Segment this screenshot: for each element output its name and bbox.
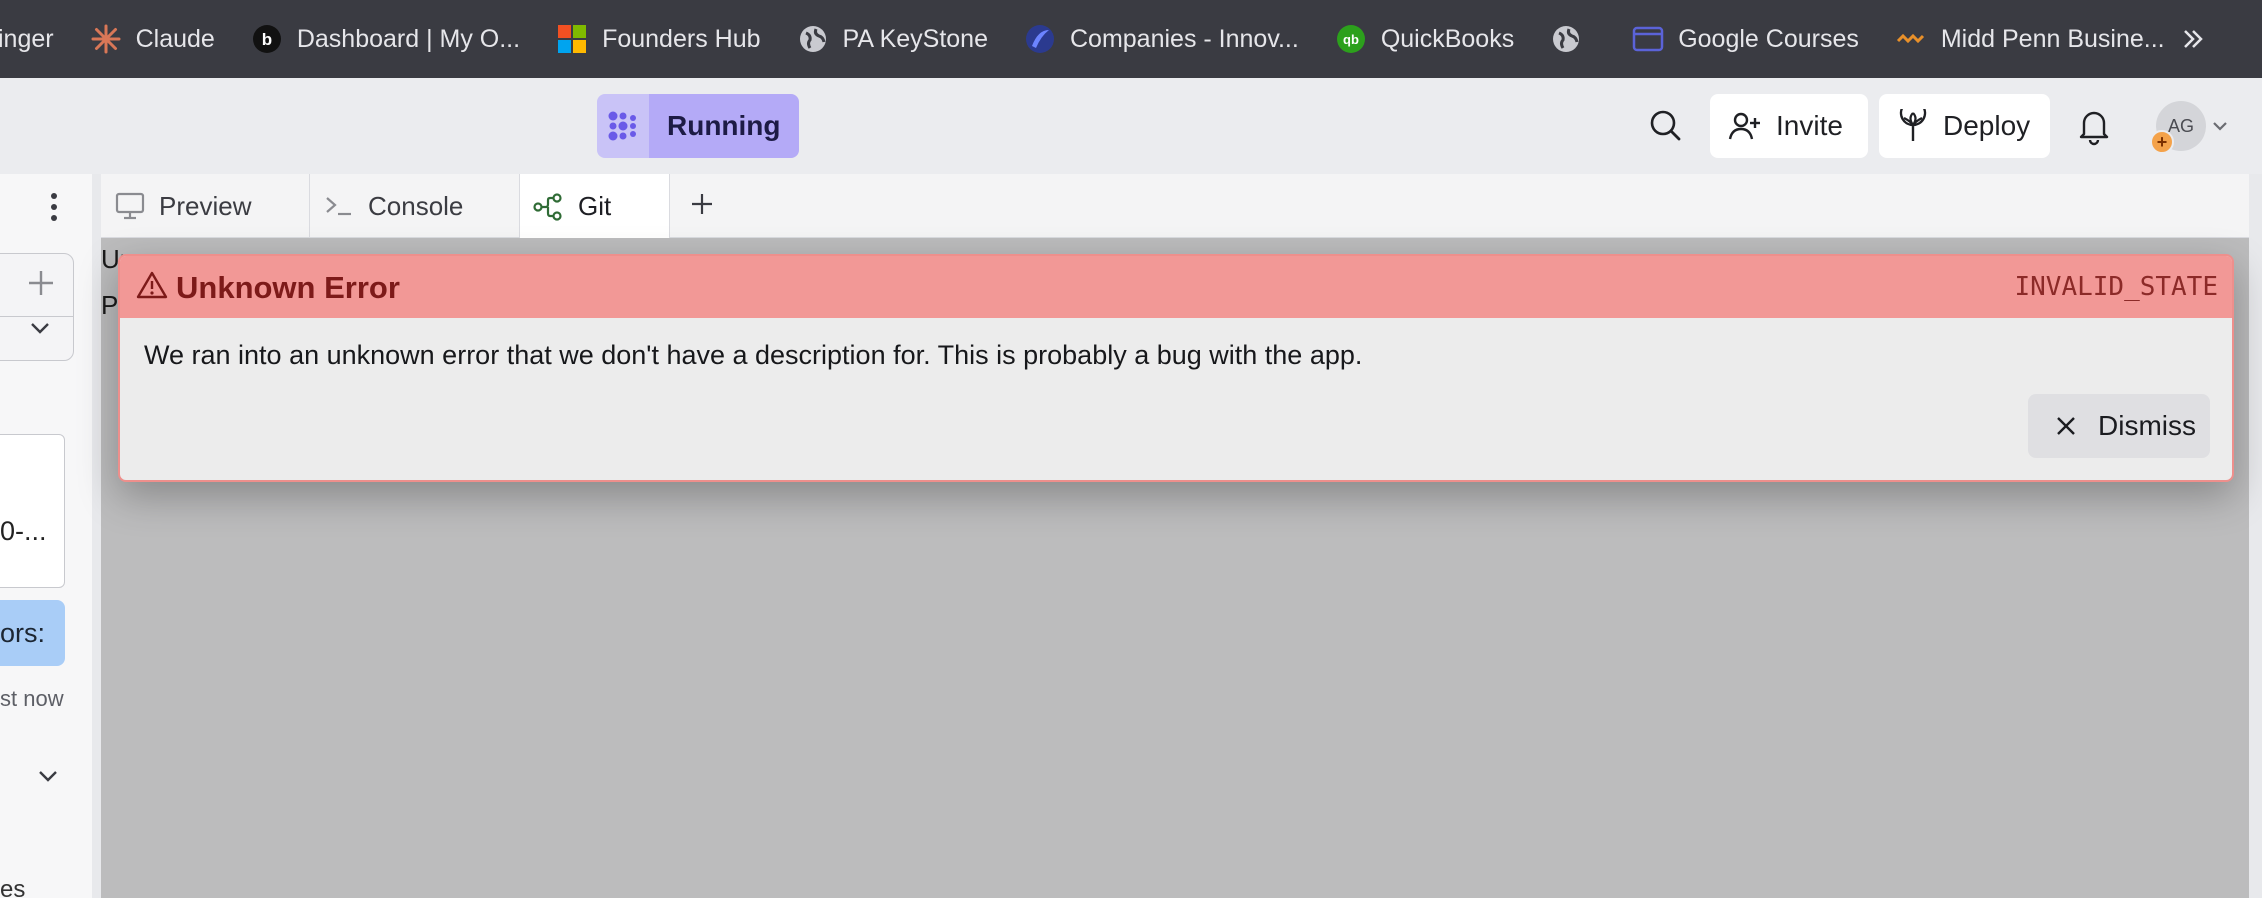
deploy-label: Deploy (1943, 110, 2031, 141)
browser-window-icon (1632, 23, 1664, 55)
dismiss-button[interactable]: Dismiss (2028, 394, 2210, 458)
deploy-button[interactable]: Deploy (1879, 94, 2050, 158)
tab-preview[interactable]: Preview (101, 174, 310, 238)
bell-icon (2079, 111, 2109, 146)
monitor-icon (115, 192, 145, 220)
add-tab-icon[interactable] (690, 192, 714, 216)
sidebar-bottom-text: es (0, 876, 26, 898)
bookmark-label: Google Courses (1678, 24, 1859, 53)
sidebar-highlight-text: ors: (0, 618, 46, 648)
microsoft-icon (556, 23, 588, 55)
bookmark-item-claude[interactable]: Claude (90, 0, 215, 78)
quickbooks-icon: qb (1335, 23, 1367, 55)
git-branch-icon (533, 192, 562, 221)
globe-icon (1550, 23, 1582, 55)
chevron-down-icon[interactable] (36, 766, 60, 786)
plus-icon[interactable] (26, 268, 56, 298)
midd-penn-icon (1895, 23, 1927, 55)
bookmark-label: Companies - Innov... (1070, 24, 1299, 53)
bookmark-label: QuickBooks (1380, 24, 1515, 53)
background-text-line: P (101, 290, 119, 320)
bookmark-item-pa-keystone[interactable]: PA KeyStone (797, 0, 988, 78)
chevron-down-icon[interactable] (2210, 116, 2230, 136)
add-user-icon (1728, 112, 1760, 140)
double-chevron-right-icon (2184, 30, 2203, 48)
search-icon (1650, 110, 1681, 141)
bookmark-item-midd-penn[interactable]: Midd Penn Busine... (1895, 0, 2165, 78)
sidebar-card[interactable] (0, 434, 65, 588)
sidebar-card-text: 0-... (0, 516, 47, 546)
run-status-group[interactable]: Running (597, 94, 799, 158)
running-status-button[interactable]: Running (649, 94, 799, 158)
tab-label: Git (578, 191, 612, 221)
tab-git[interactable]: Git (520, 174, 670, 239)
deploy-globe-icon (1899, 109, 1927, 141)
bookmark-item[interactable]: inger (0, 0, 54, 78)
avatar-badge: + (2150, 130, 2174, 154)
bookmark-label: Claude (135, 24, 215, 53)
bookmark-item-founders-hub[interactable]: Founders Hub (556, 0, 761, 78)
bookmark-label: Founders Hub (602, 24, 761, 53)
terminal-icon (326, 197, 351, 216)
error-dialog: Unknown Error INVALID_STATE We ran into … (118, 254, 2234, 482)
tab-label: Preview (159, 190, 252, 221)
bookmark-item-quickbooks[interactable]: qb QuickBooks (1335, 0, 1514, 78)
tab-console[interactable]: Console (310, 174, 520, 238)
bookmarks-more-button[interactable] (2180, 0, 2206, 78)
bookmark-item-google-courses[interactable]: Google Courses (1632, 0, 1859, 78)
bookmark-label: PA KeyStone (842, 24, 988, 53)
bookmarks-bar: inger Claude b Dashboard | My O... Found… (0, 0, 2262, 78)
notifications-button[interactable] (2076, 106, 2112, 146)
run-logo-icon (597, 94, 649, 158)
more-vertical-icon[interactable] (48, 192, 60, 222)
error-title: Unknown Error (176, 270, 400, 305)
bookmark-label: inger (0, 24, 54, 53)
error-dialog-header: Unknown Error INVALID_STATE (120, 256, 2232, 318)
bookmark-item-globe[interactable] (1550, 0, 1596, 78)
svg-text:qb: qb (1343, 32, 1359, 47)
error-message: We ran into an unknown error that we don… (144, 340, 1363, 370)
bookmark-label: Dashboard | My O... (296, 24, 521, 53)
dismiss-label: Dismiss (2098, 410, 2196, 441)
tab-bar: Preview Console Git (101, 174, 2249, 239)
chevron-down-icon[interactable] (28, 318, 52, 338)
svg-text:b: b (262, 30, 272, 49)
invite-button[interactable]: Invite (1710, 94, 1868, 158)
error-code: INVALID_STATE (2014, 272, 2219, 302)
sidebar-timestamp: st now (0, 686, 64, 711)
right-edge (2249, 174, 2262, 898)
innovate-icon (1024, 23, 1056, 55)
bookmark-label: Midd Penn Busine... (1940, 24, 2165, 53)
invite-label: Invite (1776, 110, 1843, 141)
b-logo-icon: b (251, 23, 283, 55)
claude-sunburst-icon (90, 23, 122, 55)
bookmark-item-companies[interactable]: Companies - Innov... (1024, 0, 1299, 78)
close-icon (2057, 417, 2075, 435)
bookmark-item-dashboard[interactable]: b Dashboard | My O... (251, 0, 520, 78)
warning-icon (136, 271, 168, 299)
globe-icon (797, 23, 829, 55)
tab-label: Console (368, 190, 464, 221)
search-button[interactable] (1646, 106, 1686, 146)
